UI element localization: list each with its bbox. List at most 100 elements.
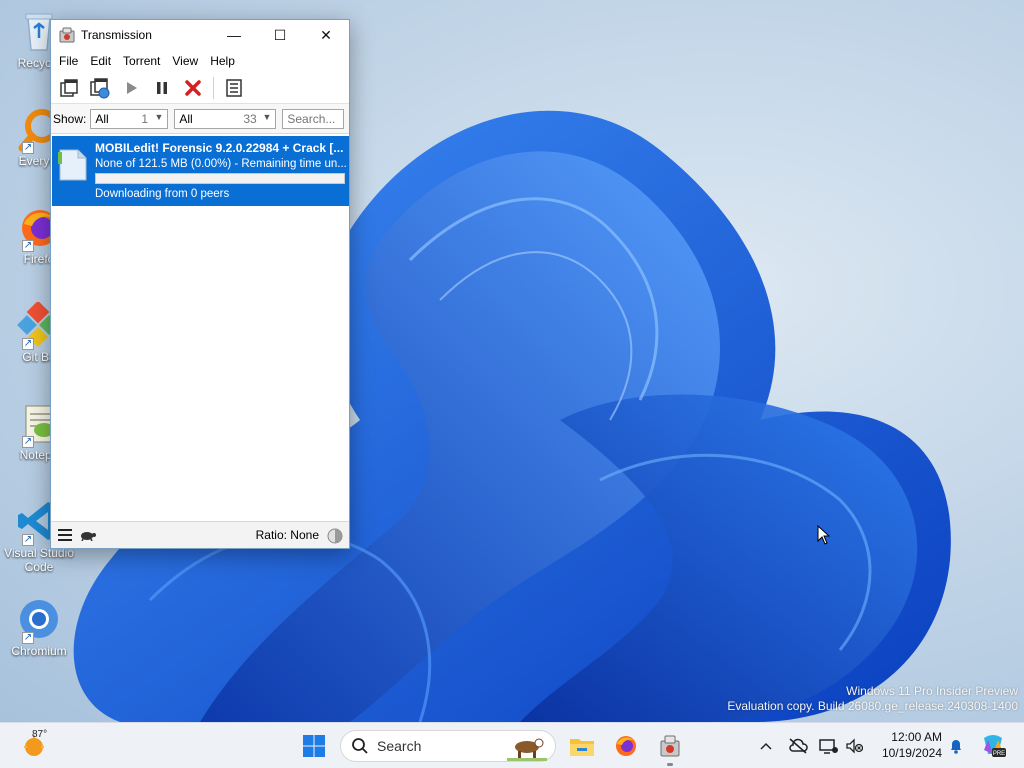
network-icon (819, 739, 838, 754)
tracker-filter-value: All (179, 111, 193, 126)
mouse-cursor-icon (817, 525, 831, 545)
search-input[interactable] (282, 108, 345, 129)
remove-button[interactable] (179, 74, 207, 102)
clock-date: 10/19/2024 (881, 746, 942, 760)
chevron-up-icon (760, 742, 772, 750)
minimize-icon: — (227, 27, 241, 43)
shortcut-arrow-icon: ↗ (22, 338, 34, 350)
ratio-icon (327, 528, 343, 544)
start-button[interactable] (117, 74, 145, 102)
shortcut-arrow-icon: ↗ (22, 632, 34, 644)
network-button[interactable] (816, 723, 840, 768)
search-highlight-cow-icon (507, 738, 547, 761)
ratio-toggle-button[interactable] (327, 528, 343, 544)
file-explorer-icon (570, 739, 594, 756)
os-watermark: Windows 11 Pro Insider Preview Evaluatio… (727, 684, 1018, 714)
pause-button[interactable] (148, 74, 176, 102)
firefox-icon (616, 736, 636, 756)
menu-help[interactable]: Help (204, 54, 241, 68)
transmission-icon (660, 735, 680, 757)
chevron-down-icon: ▼ (154, 111, 164, 122)
torrent-progress-bar (95, 173, 345, 184)
open-url-button[interactable] (86, 74, 114, 102)
shortcut-arrow-icon: ↗ (22, 240, 34, 252)
toolbar (51, 72, 349, 104)
svg-text:PRE: PRE (993, 751, 1005, 757)
transmission-icon (59, 27, 75, 43)
taskbar: 87° Search 12:00 AM 10/19/2024 PRE (0, 722, 1024, 768)
torrent-list[interactable]: MOBILedit! Forensic 9.2.0.22984 + Crack … (51, 136, 349, 522)
start-button[interactable] (296, 723, 332, 768)
bell-icon (951, 740, 961, 754)
open-torrent-button[interactable] (55, 74, 83, 102)
turtle-icon (81, 532, 96, 541)
activity-filter-value: All (95, 111, 109, 126)
toolbar-separator (213, 76, 214, 99)
pause-icon (157, 81, 167, 94)
open-url-icon (90, 77, 110, 98)
close-button[interactable]: ✕ (303, 20, 349, 50)
watermark-line2: Evaluation copy. Build 26080.ge_release.… (727, 699, 1018, 713)
activity-filter-count: 1 (141, 111, 149, 126)
notifications-button[interactable] (946, 723, 966, 768)
desktop-icon-label: Visual Studio Code (4, 546, 74, 574)
chevron-down-icon: ▼ (262, 111, 272, 122)
weather-temperature: 87° (32, 729, 48, 740)
close-icon: ✕ (320, 26, 332, 43)
taskbar-search-box[interactable]: Search (340, 730, 556, 762)
ratio-text: Ratio: None (255, 528, 319, 542)
tracker-filter-select[interactable]: All 33 ▼ (174, 108, 277, 129)
onedrive-button[interactable] (786, 723, 810, 768)
clock-time: 12:00 AM (891, 730, 942, 744)
maximize-icon: ☐ (273, 26, 287, 43)
maximize-button[interactable]: ☐ (257, 20, 303, 50)
menu-file[interactable]: File (53, 54, 84, 68)
window-title: Transmission (81, 28, 152, 42)
chromium-icon: ↗ (16, 596, 62, 644)
copilot-button[interactable]: PRE (978, 723, 1008, 768)
transmission-window[interactable]: Transmission — ☐ ✕ File Edit Torrent Vie… (50, 19, 350, 549)
search-icon (352, 738, 368, 754)
cloud-offline-icon (789, 738, 808, 754)
watermark-line1: Windows 11 Pro Insider Preview (846, 684, 1018, 698)
hamburger-menu-icon (58, 529, 72, 541)
menu-view[interactable]: View (166, 54, 204, 68)
torrent-progress-text: None of 121.5 MB (0.00%) - Remaining tim… (95, 158, 347, 170)
options-menu-button[interactable] (53, 522, 77, 549)
menu-torrent[interactable]: Torrent (117, 54, 166, 68)
activity-filter-select[interactable]: All 1 ▼ (90, 108, 169, 129)
statusbar: Ratio: None (51, 521, 349, 548)
torrent-name: MOBILedit! Forensic 9.2.0.22984 + Crack … (95, 141, 344, 155)
file-icon (58, 149, 87, 181)
volume-muted-icon (846, 738, 863, 754)
shortcut-arrow-icon: ↗ (22, 436, 34, 448)
volume-button[interactable] (842, 723, 866, 768)
tracker-filter-count: 33 (243, 111, 257, 126)
firefox-taskbar-button[interactable] (608, 723, 644, 768)
active-app-indicator (667, 763, 673, 766)
shortcut-arrow-icon: ↗ (22, 142, 34, 154)
clock[interactable]: 12:00 AM 10/19/2024 (876, 729, 942, 761)
remove-icon (185, 79, 201, 96)
show-label: Show: (53, 111, 87, 126)
torrent-row[interactable]: MOBILedit! Forensic 9.2.0.22984 + Crack … (52, 136, 349, 206)
open-torrent-icon (60, 78, 78, 97)
copilot-icon: PRE (984, 735, 1006, 757)
torrent-status: Downloading from 0 peers (95, 188, 230, 200)
minimize-button[interactable]: — (211, 20, 257, 50)
file-explorer-button[interactable] (564, 723, 600, 768)
menubar: File Edit Torrent View Help (51, 50, 349, 72)
window-titlebar[interactable]: Transmission — ☐ ✕ (51, 20, 349, 50)
desktop-icon-chromium[interactable]: ↗ Chromium (4, 590, 74, 678)
filter-bar: Show: All 1 ▼ All 33 ▼ (51, 104, 349, 134)
desktop-icon-label: Chromium (11, 644, 67, 658)
properties-button[interactable] (220, 74, 248, 102)
menu-edit[interactable]: Edit (84, 54, 117, 68)
properties-icon (226, 78, 242, 97)
show-hidden-icons-button[interactable] (756, 723, 776, 768)
turtle-mode-button[interactable] (77, 522, 99, 549)
start-icon (127, 81, 137, 94)
shortcut-arrow-icon: ↗ (22, 534, 34, 546)
transmission-taskbar-button[interactable] (652, 723, 688, 768)
search-label: Search (377, 738, 422, 754)
